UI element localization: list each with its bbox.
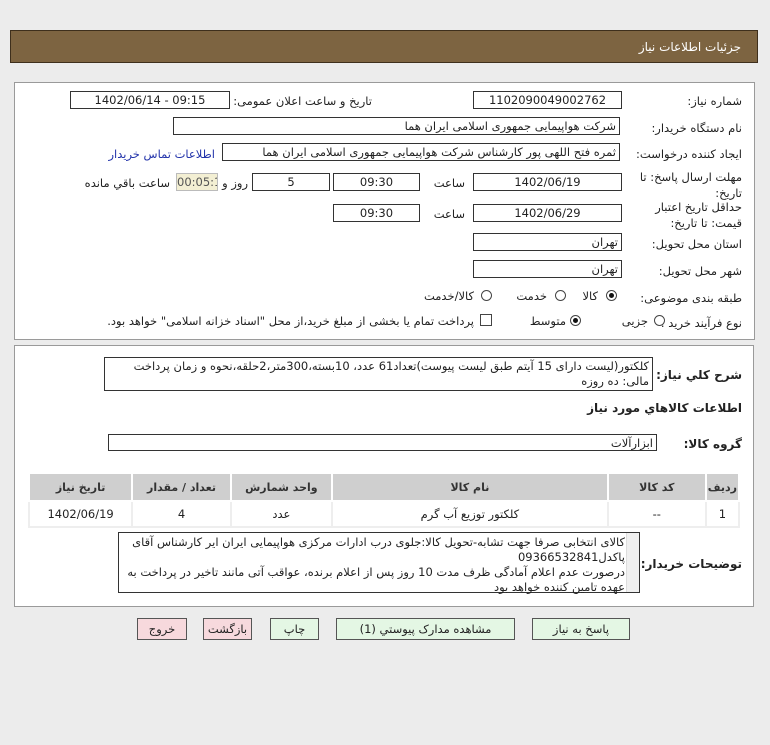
need-number-field: 1102090049002762 <box>473 91 622 109</box>
buyer-contact-link[interactable]: اطلاعات تماس خریدار <box>108 147 215 161</box>
summary-text: کلکتور(لیست دارای 15 آیتم طبق لیست پیوست… <box>133 359 649 388</box>
category-both-label: کالا/خدمت <box>423 289 474 303</box>
process-radio-medium[interactable] <box>570 315 581 326</box>
need-number-label: شماره نیاز: <box>687 94 742 108</box>
page-header: جزئیات اطلاعات نیاز <box>10 30 758 63</box>
deadline-time-label: ساعت <box>433 176 465 190</box>
category-goods-label: کالا <box>582 289 598 303</box>
cell-code: -- <box>606 500 707 528</box>
notes-scrollbar[interactable] <box>626 533 639 592</box>
validity-label: حداقل تاریخ اعتبار <box>655 200 742 214</box>
col-code: کد کالا <box>606 472 707 502</box>
cell-qty: 4 <box>131 500 232 528</box>
buyer-notes-label: توضیحات خریدار: <box>640 557 742 571</box>
goods-table: ردیف کد کالا نام کالا واحد شمارش تعداد /… <box>27 472 741 528</box>
attachments-button[interactable]: مشاهده مدارک پیوستي (1) <box>336 618 515 640</box>
validity-time-field: 09:30 <box>333 204 420 222</box>
process-radio-minor[interactable] <box>654 315 665 326</box>
print-button[interactable]: چاپ <box>270 618 319 640</box>
reply-button[interactable]: پاسخ به نیاز <box>532 618 630 640</box>
goods-group-label: گروه کالا: <box>683 437 742 451</box>
category-radio-goods[interactable] <box>606 290 617 301</box>
announce-field: 1402/06/14 - 09:15 <box>70 91 230 109</box>
city-field: تهران <box>473 260 622 278</box>
process-minor-label: جزیی <box>621 314 648 328</box>
requester-field: ثمره فتح اللهی پور کارشناس شرکت هواپیمای… <box>222 143 620 161</box>
buyer-notes-text: کالای انتخابی صرفا جهت تشابه-تحویل کالا:… <box>127 535 625 594</box>
category-label: طبقه بندی موضوعی: <box>640 291 742 305</box>
process-medium-label: متوسط <box>529 314 566 328</box>
buyer-org-label: نام دستگاه خریدار: <box>651 121 742 135</box>
validity-date-field: 1402/06/29 <box>473 204 622 222</box>
goods-section-title: اطلاعات کالاهاي مورد نياز <box>587 401 742 415</box>
deadline-date-field: 1402/06/19 <box>473 173 622 191</box>
treasury-checkbox[interactable] <box>480 314 492 326</box>
page: جزئیات اطلاعات نیاز شماره نیاز: 11020900… <box>0 0 770 745</box>
deadline-label-2: تاریخ: <box>715 186 742 200</box>
col-name: نام کالا <box>330 472 609 502</box>
table-row: 1 -- کلکتور توزیع آب گرم عدد 4 1402/06/1… <box>27 500 741 528</box>
deadline-label: مهلت ارسال پاسخ: تا <box>639 170 742 184</box>
city-label: شهر محل تحویل: <box>658 264 742 278</box>
validity-label-2: قیمت: تا تاریخ: <box>670 216 742 230</box>
announce-label: تاریخ و ساعت اعلان عمومی: <box>233 94 372 108</box>
process-label: نوع فرآیند خرید : <box>660 316 742 330</box>
category-service-label: خدمت <box>516 289 547 303</box>
days-label: روز و <box>222 176 248 190</box>
province-label: استان محل تحویل: <box>651 237 742 251</box>
col-unit: واحد شمارش <box>229 472 333 502</box>
category-radio-both[interactable] <box>481 290 492 301</box>
back-button[interactable]: بازگشت <box>203 618 252 640</box>
cell-date: 1402/06/19 <box>27 500 134 528</box>
validity-time-label: ساعت <box>433 207 465 221</box>
page-title: جزئیات اطلاعات نیاز <box>638 40 741 54</box>
summary-label: شرح کلي نياز: <box>656 368 742 382</box>
category-radio-service[interactable] <box>555 290 566 301</box>
exit-button[interactable]: خروج <box>137 618 187 640</box>
col-row: ردیف <box>704 472 741 502</box>
days-remaining-field: 5 <box>252 173 330 191</box>
goods-group-field: ابزارآلات <box>108 434 657 451</box>
buyer-org-field: شرکت هواپیمایی جمهوری اسلامی ایران هما <box>173 117 620 135</box>
col-qty: تعداد / مقدار <box>131 472 232 502</box>
summary-box: کلکتور(لیست دارای 15 آیتم طبق لیست پیوست… <box>104 357 653 391</box>
cell-unit: عدد <box>229 500 333 528</box>
cell-name: کلکتور توزیع آب گرم <box>330 500 609 528</box>
remaining-label: ساعت باقي مانده <box>84 176 170 190</box>
cell-row: 1 <box>704 500 741 528</box>
countdown-field: 00:05:15 <box>176 173 218 191</box>
col-date: تاریخ نیاز <box>27 472 134 502</box>
deadline-time-field: 09:30 <box>333 173 420 191</box>
treasury-checkbox-label: پرداخت تمام یا بخشی از مبلغ خرید،از محل … <box>107 314 474 328</box>
requester-label: ایجاد کننده درخواست: <box>636 147 742 161</box>
buyer-notes-box[interactable]: کالای انتخابی صرفا جهت تشابه-تحویل کالا:… <box>118 532 640 594</box>
province-field: تهران <box>473 233 622 251</box>
